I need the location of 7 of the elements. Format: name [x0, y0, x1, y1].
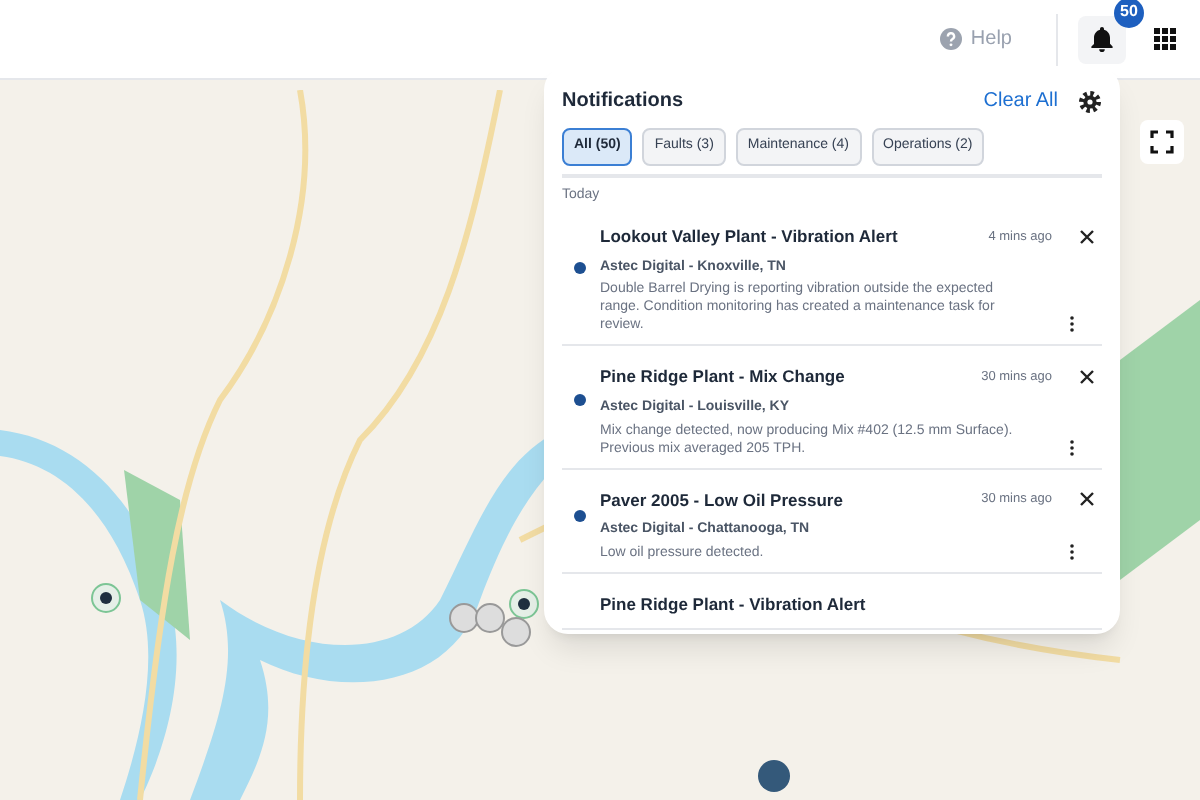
notification-title: Paver 2005 - Low Oil Pressure: [600, 487, 845, 513]
notification-title: Pine Ridge Plant - Vibration Alert: [600, 591, 868, 617]
notification-title: Pine Ridge Plant - Mix Change: [600, 364, 847, 390]
notification-title: Lookout Valley Plant - Vibration Alert: [600, 224, 900, 250]
clear-all-link[interactable]: Clear All: [983, 86, 1058, 116]
panel-title: Notifications: [562, 88, 684, 116]
notification-count-badge: 50: [1114, 0, 1144, 27]
